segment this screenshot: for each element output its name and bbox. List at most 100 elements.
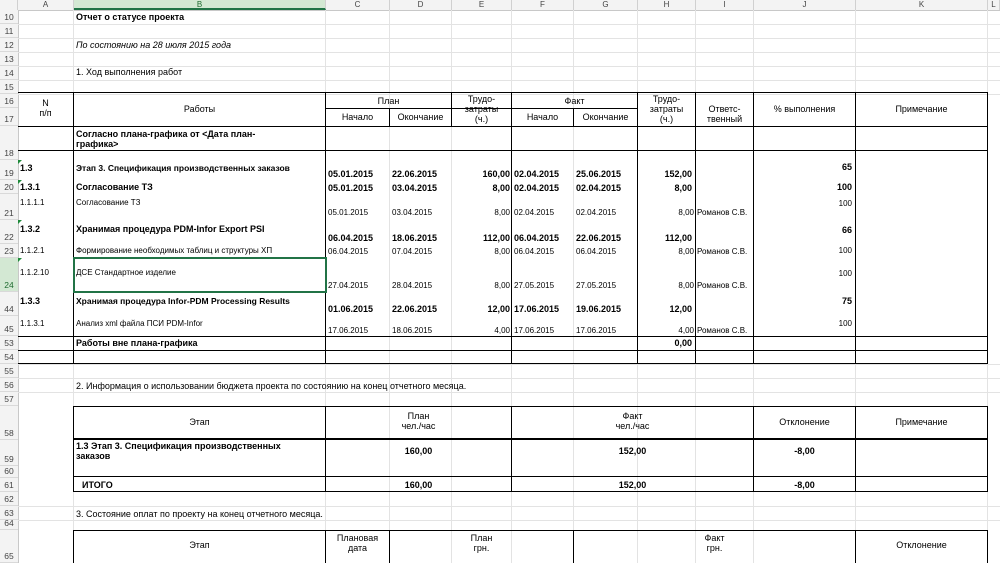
plan-start: 17.06.2015 — [328, 326, 369, 335]
labor-fact: 4,00 — [678, 326, 694, 335]
total-plan: 160,00 — [404, 480, 433, 490]
total-label: ИТОГО — [82, 480, 113, 490]
row-header[interactable]: 13 — [0, 52, 18, 66]
fact-start: 06.04.2015 — [514, 247, 555, 256]
select-all-corner[interactable] — [0, 0, 18, 10]
labor-plan: 8,00 — [494, 281, 510, 290]
section-1-heading: 1. Ход выполнения работ — [76, 67, 183, 77]
row-header[interactable]: 23 — [0, 244, 18, 258]
labor-plan: 8,00 — [492, 183, 510, 193]
column-header-k[interactable]: K — [856, 0, 988, 10]
row-header[interactable]: 60 — [0, 466, 18, 478]
fact-end: 02.04.2015 — [576, 208, 617, 217]
error-indicator-icon[interactable] — [18, 220, 22, 224]
fact-start: 27.05.2015 — [514, 281, 555, 290]
fact-start: 06.04.2015 — [514, 233, 560, 243]
column-header-c[interactable]: C — [326, 0, 390, 10]
column-header-i[interactable]: I — [696, 0, 754, 10]
labor-plan: 112,00 — [482, 233, 510, 243]
labor-fact: 12,00 — [669, 304, 692, 314]
row-header[interactable]: 44 — [0, 292, 18, 316]
budget-fact: 152,00 — [618, 446, 647, 456]
row-number: 1.3 — [20, 163, 33, 173]
labor-plan: 8,00 — [494, 208, 510, 217]
fact-start: 02.04.2015 — [514, 183, 560, 193]
budget-plan: 160,00 — [404, 446, 433, 456]
row-header[interactable]: 16 — [0, 94, 18, 108]
plan-end: 18.06.2015 — [392, 233, 438, 243]
row-header[interactable]: 15 — [0, 80, 18, 94]
row-header[interactable]: 65 — [0, 530, 18, 563]
column-header-f[interactable]: F — [512, 0, 574, 10]
fact-end: 19.06.2015 — [576, 304, 622, 314]
fact-end: 27.05.2015 — [576, 281, 617, 290]
t3-header-plan-date: Плановая дата — [336, 533, 379, 553]
column-header-d[interactable]: D — [390, 0, 452, 10]
t1-header-note: Примечание — [895, 104, 948, 114]
percent-complete: 100 — [838, 269, 852, 278]
row-header[interactable]: 22 — [0, 220, 18, 244]
row-header[interactable]: 55 — [0, 364, 18, 378]
labor-plan: 4,00 — [494, 326, 510, 335]
column-header-g[interactable]: G — [574, 0, 638, 10]
labor-fact: 8,00 — [678, 208, 694, 217]
t1-header-plan: План — [377, 96, 400, 106]
error-indicator-icon[interactable] — [18, 258, 22, 262]
work-name: Хранимая процедура Infor-PDM Processing … — [76, 296, 290, 306]
row-header[interactable]: 53 — [0, 336, 18, 350]
error-indicator-icon[interactable] — [18, 180, 22, 184]
row-header[interactable]: 17 — [0, 108, 18, 126]
sheet-grid[interactable]: Отчет о статусе проекта По состоянию на … — [18, 10, 1000, 563]
report-date-line: По состоянию на 28 июля 2015 года — [76, 40, 232, 50]
plan-end: 18.06.2015 — [392, 326, 433, 335]
work-name: Согласование ТЗ — [76, 198, 141, 207]
row-header[interactable]: 20 — [0, 180, 18, 194]
plan-end: 22.06.2015 — [392, 169, 438, 179]
column-header-h[interactable]: H — [638, 0, 696, 10]
column-header-e[interactable]: E — [452, 0, 512, 10]
row-header[interactable]: 18 — [0, 126, 18, 160]
column-header-j[interactable]: J — [754, 0, 856, 10]
column-header-a[interactable]: A — [18, 0, 74, 10]
row-header[interactable]: 10 — [0, 10, 18, 24]
t1-header-fact-end: Окончание — [582, 112, 629, 122]
t1-header-works: Работы — [183, 104, 216, 114]
percent-complete: 100 — [836, 182, 852, 192]
percent-complete: 75 — [841, 296, 852, 306]
row-header[interactable]: 14 — [0, 66, 18, 80]
error-indicator-icon[interactable] — [18, 160, 22, 164]
active-cell-selection[interactable] — [73, 257, 327, 293]
work-name: Анализ xml файла ПСИ PDM-Infor — [76, 319, 203, 328]
row-header[interactable]: 56 — [0, 378, 18, 392]
row-header[interactable]: 19 — [0, 160, 18, 180]
fact-end: 25.06.2015 — [576, 169, 622, 179]
row-header[interactable]: 21 — [0, 194, 18, 220]
budget-stage: 1.3 Этап 3. Спецификация производственны… — [76, 441, 281, 461]
row-header[interactable]: 11 — [0, 24, 18, 38]
plan-end: 07.04.2015 — [392, 247, 433, 256]
row-header[interactable]: 59 — [0, 440, 18, 466]
fact-end: 02.04.2015 — [576, 183, 622, 193]
fact-start: 02.04.2015 — [514, 169, 560, 179]
row-header[interactable]: 54 — [0, 350, 18, 364]
row-header[interactable]: 45 — [0, 316, 18, 336]
t3-header-fact: Факт грн. — [704, 533, 725, 553]
row-header[interactable]: 64 — [0, 518, 18, 530]
total-fact: 152,00 — [618, 480, 647, 490]
plan-start: 05.01.2015 — [328, 183, 374, 193]
labor-fact: 152,00 — [664, 169, 692, 179]
column-header-l[interactable]: L — [988, 0, 1000, 10]
t1-header-labor-plan: Трудо- затраты (ч.) — [464, 94, 499, 124]
report-title: Отчет о статусе проекта — [76, 12, 185, 22]
section-2-heading: 2. Информация о использовании бюджета пр… — [76, 381, 467, 391]
row-header[interactable]: 62 — [0, 492, 18, 506]
row-header[interactable]: 58 — [0, 406, 18, 440]
row-header[interactable]: 12 — [0, 38, 18, 52]
column-header-b[interactable]: B — [74, 0, 326, 10]
row-header[interactable]: 57 — [0, 392, 18, 406]
fact-end: 06.04.2015 — [576, 247, 617, 256]
t1-group-label: Согласно плана-графика от <Дата план- гр… — [76, 129, 256, 149]
row-header[interactable]: 24 — [0, 258, 18, 292]
row-header[interactable]: 61 — [0, 478, 18, 492]
percent-complete: 100 — [838, 319, 852, 328]
